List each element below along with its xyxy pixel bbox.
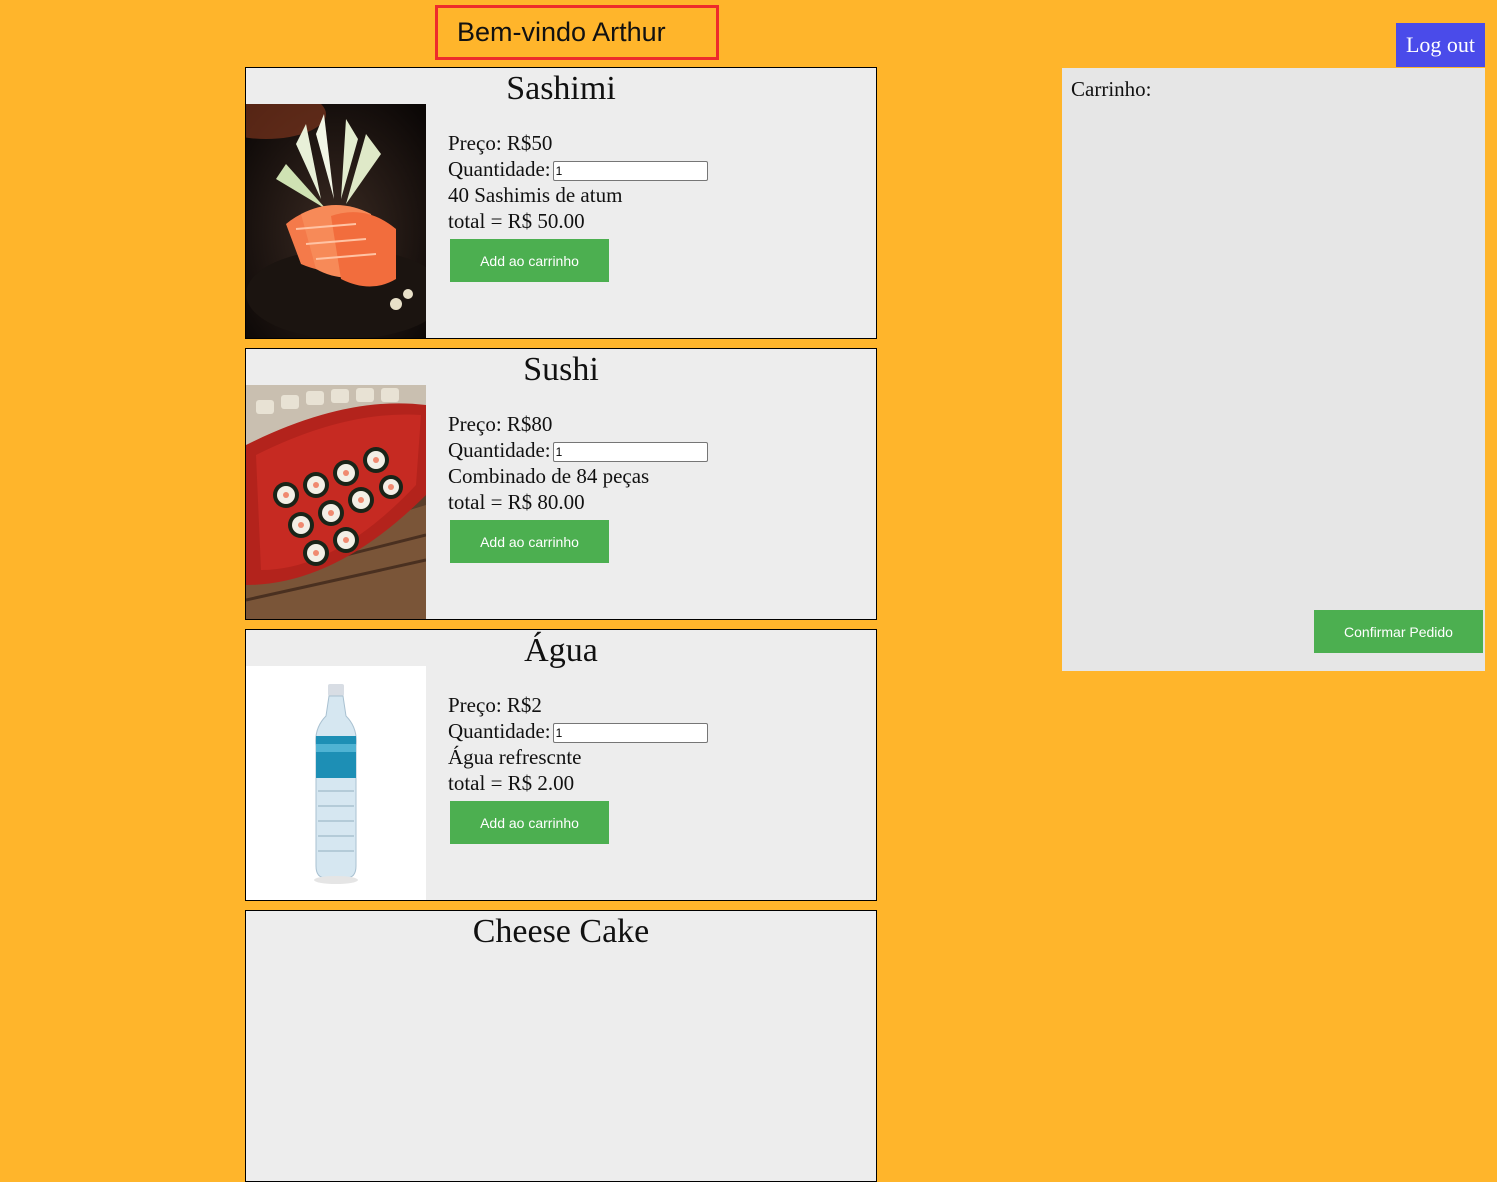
product-info: Preço: R$2 Quantidade: Água refrescnte t… — [448, 692, 708, 796]
add-to-cart-button[interactable]: Add ao carrinho — [450, 801, 609, 844]
product-total: total = R$ 50.00 — [448, 209, 585, 233]
add-to-cart-button[interactable]: Add ao carrinho — [450, 520, 609, 563]
product-info: Preço: R$50 Quantidade: 40 Sashimis de a… — [448, 130, 708, 234]
sashimi-photo — [246, 104, 426, 338]
product-total: total = R$ 80.00 — [448, 490, 585, 514]
product-card-cheese-cake: Cheese Cake — [245, 910, 877, 1182]
product-price: Preço: R$2 — [448, 693, 542, 717]
product-total: total = R$ 2.00 — [448, 771, 575, 795]
product-card-sashimi: Sashimi Preço: R$50 Quantidade:1 40 Sash… — [245, 67, 877, 339]
quantity-row: Quantidade: — [448, 437, 708, 463]
product-card-sushi: Sushi Preço: R$80 Quantidade:1 Combinado… — [245, 348, 877, 620]
water-bottle-photo — [246, 666, 426, 900]
product-description: Água refrescnte — [448, 745, 582, 769]
welcome-text: Bem-vindo Arthur — [457, 17, 666, 47]
product-description: 40 Sashimis de atum — [448, 183, 623, 207]
product-description: Combinado de 84 peças — [448, 464, 650, 488]
cart-title: Carrinho: — [1071, 77, 1152, 101]
product-title: Cheese Cake — [472, 913, 650, 950]
add-to-cart-button[interactable]: Add ao carrinho — [450, 239, 609, 282]
quantity-label: Quantidade: — [448, 438, 551, 462]
welcome-banner: Bem-vindo Arthur — [435, 5, 719, 60]
quantity-label: Quantidade: — [448, 719, 551, 743]
sushi-photo — [246, 385, 426, 619]
quantity-label: Quantidade: — [448, 157, 551, 181]
product-price: Preço: R$80 — [448, 412, 553, 436]
product-card-agua: Água Preço: R$2 Quantidade: Água refresc… — [245, 629, 877, 901]
product-info: Preço: R$80 Quantidade: Combinado de 84 … — [448, 411, 708, 515]
quantity-row: Quantidade: — [448, 156, 708, 182]
quantity-row: Quantidade: — [448, 718, 708, 744]
quantity-input[interactable] — [552, 442, 708, 463]
confirm-order-button[interactable]: Confirmar Pedido — [1314, 610, 1483, 653]
cart-panel: Carrinho: Confirmar Pedido — [1062, 68, 1485, 671]
logout-button[interactable]: Log out — [1396, 23, 1485, 67]
product-price: Preço: R$50 — [448, 131, 553, 155]
quantity-input[interactable] — [552, 723, 708, 744]
quantity-input[interactable] — [552, 161, 708, 182]
